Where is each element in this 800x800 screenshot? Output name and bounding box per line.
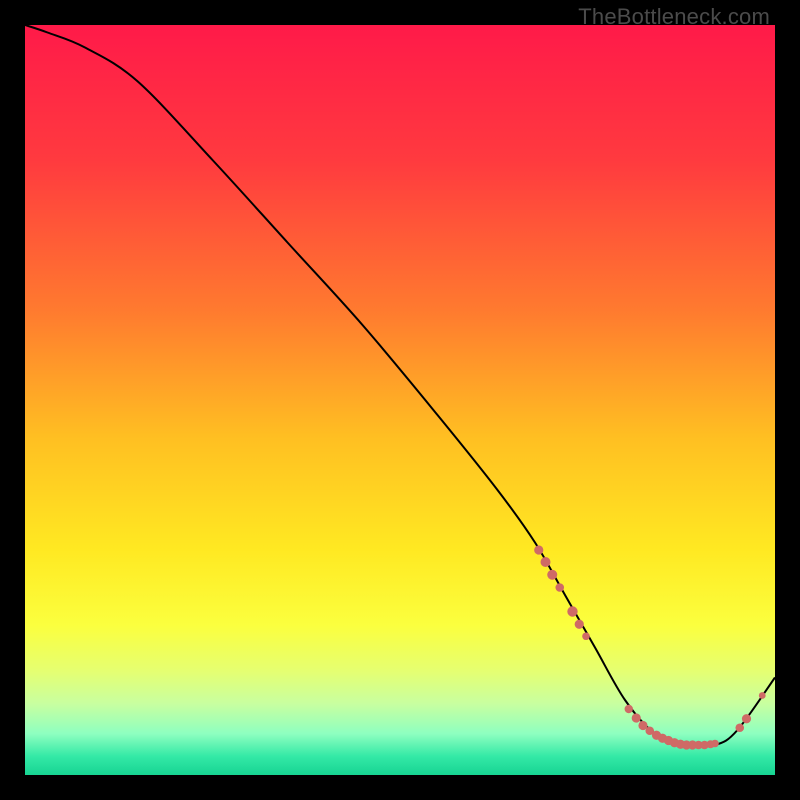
data-marker [555, 583, 564, 592]
data-marker [711, 740, 719, 748]
plot-area [25, 25, 775, 775]
data-marker [759, 692, 766, 699]
data-marker [742, 714, 751, 723]
data-marker [735, 723, 744, 732]
data-marker [567, 606, 577, 616]
bottleneck-curve [25, 25, 775, 747]
data-markers [534, 545, 765, 749]
data-marker [575, 620, 584, 629]
data-marker [625, 705, 633, 713]
data-marker [547, 570, 557, 580]
data-marker [582, 632, 590, 640]
frame: TheBottleneck.com [0, 0, 800, 800]
data-marker [632, 713, 641, 722]
watermark-text: TheBottleneck.com [578, 4, 770, 30]
data-marker [540, 557, 550, 567]
chart-svg [25, 25, 775, 775]
data-marker [534, 545, 543, 554]
